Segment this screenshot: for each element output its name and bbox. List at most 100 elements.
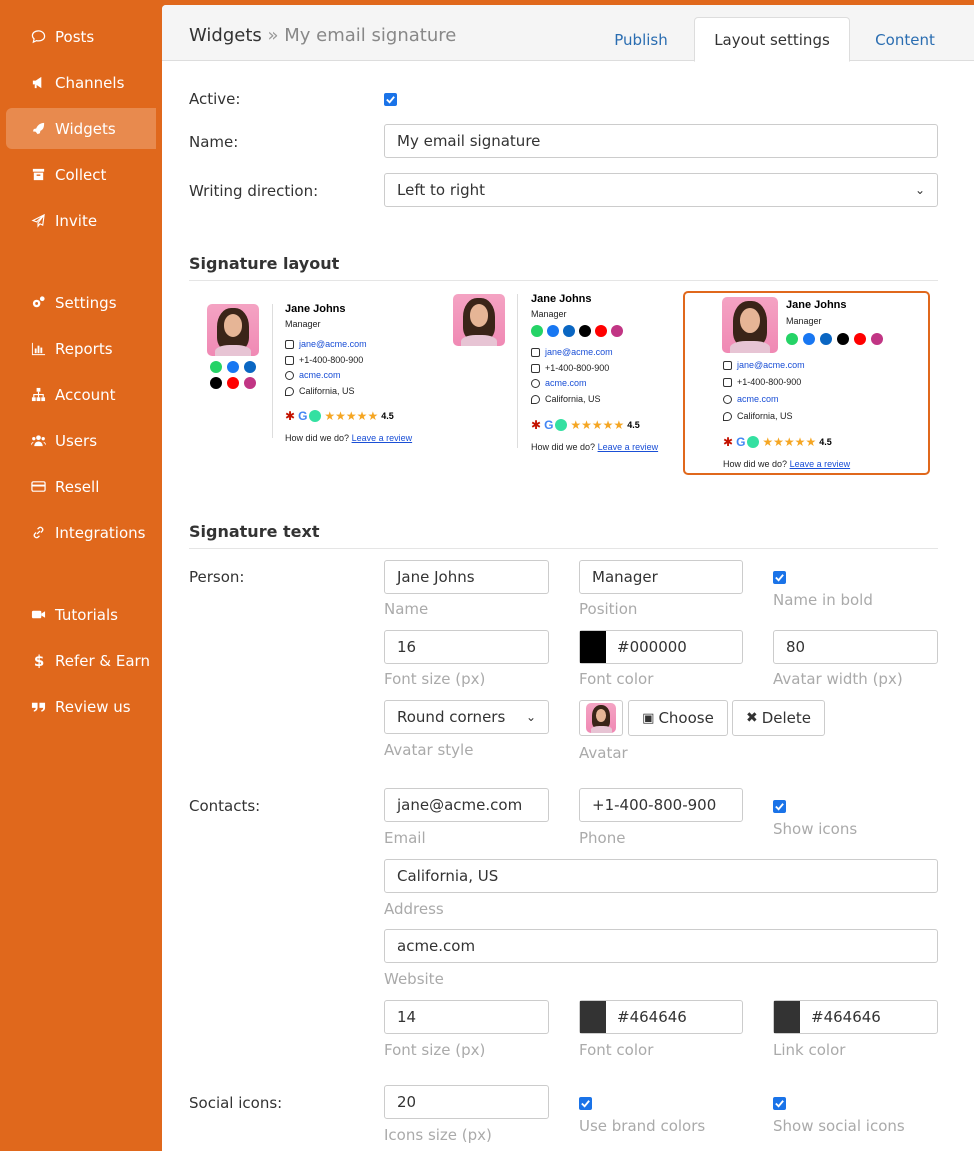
facebook-icon <box>547 325 559 337</box>
rating-stars: ✱ G ★★★★★ 4.5 <box>531 418 640 432</box>
choose-label: Choose <box>658 709 714 727</box>
person-font-size-input[interactable]: 16 <box>384 630 549 664</box>
color-swatch[interactable] <box>580 1001 606 1033</box>
address-field[interactable]: California, US <box>384 859 938 893</box>
icons-size-help: Icons size (px) <box>384 1126 492 1144</box>
website-field[interactable]: acme.com <box>384 929 938 963</box>
sidebar-item-invite[interactable]: Invite <box>6 200 156 241</box>
icons-size-input[interactable]: 20 <box>384 1085 549 1119</box>
signature-text-title: Signature text <box>189 522 320 541</box>
sidebar-item-label: Settings <box>55 293 117 312</box>
avatar-width-help: Avatar width (px) <box>773 670 903 688</box>
x-icon <box>210 377 222 389</box>
social-icons-label: Social icons: <box>189 1094 283 1112</box>
users-icon <box>30 433 46 449</box>
writing-direction-select[interactable]: Left to right ⌄ <box>384 173 938 207</box>
breadcrumb-root[interactable]: Widgets <box>189 25 262 46</box>
google-icon: G <box>298 409 308 423</box>
show-social-icons-help: Show social icons <box>773 1117 905 1135</box>
yelp-icon: ✱ <box>531 418 542 432</box>
youtube-icon <box>854 333 866 345</box>
delete-avatar-button[interactable]: ✖ Delete <box>732 700 825 736</box>
website-help: Website <box>384 970 444 988</box>
instagram-icon <box>611 325 623 337</box>
color-swatch[interactable] <box>774 1001 800 1033</box>
sig-website-text: acme.com <box>299 370 341 380</box>
email-help: Email <box>384 829 426 847</box>
instagram-icon <box>244 377 256 389</box>
layout-option-2[interactable]: Jane Johns Manager jane@acme.com +1-400-… <box>446 293 686 453</box>
tab-publish[interactable]: Publish <box>602 17 680 62</box>
sidebar-item-users[interactable]: Users <box>6 420 156 461</box>
chevron-down-icon: ⌄ <box>525 710 536 724</box>
rating-value: 4.5 <box>627 420 640 430</box>
show-icons-checkbox[interactable] <box>773 800 786 813</box>
sig-email-text: jane@acme.com <box>299 339 367 349</box>
writing-direction-label: Writing direction: <box>189 182 319 200</box>
link-color-value: #464646 <box>811 1008 881 1026</box>
review-link[interactable]: Leave a review <box>352 433 413 443</box>
contacts-font-size-input[interactable]: 14 <box>384 1000 549 1034</box>
google-icon: G <box>736 435 746 449</box>
sidebar-item-label: Tutorials <box>55 605 118 624</box>
phone-field[interactable]: +1-400-800-900 <box>579 788 743 822</box>
sidebar-item-integrations[interactable]: Integrations <box>6 512 156 553</box>
globe-icon <box>285 370 294 380</box>
map-pin-icon <box>285 386 294 396</box>
sig-address-text: California, US <box>545 394 601 404</box>
sidebar-item-reports[interactable]: Reports <box>6 328 156 369</box>
widget-name-input[interactable]: My email signature <box>384 124 938 158</box>
tripadvisor-icon <box>309 410 322 422</box>
layout-option-1[interactable]: Jane Johns Manager jane@acme.com +1-400-… <box>198 297 428 447</box>
linkedin-icon <box>244 361 256 373</box>
active-label: Active: <box>189 90 241 108</box>
name-bold-checkbox[interactable] <box>773 571 786 584</box>
review-prompt: How did we do? <box>531 442 596 452</box>
sidebar-item-label: Widgets <box>55 119 116 138</box>
link-color-help: Link color <box>773 1041 846 1059</box>
sidebar-item-refer-earn[interactable]: $ Refer & Earn <box>6 640 156 681</box>
email-field[interactable]: jane@acme.com <box>384 788 549 822</box>
sig-review: How did we do? Leave a review <box>531 442 658 452</box>
sidebar-item-label: Invite <box>55 211 98 230</box>
person-label: Person: <box>189 568 245 586</box>
sidebar-item-widgets[interactable]: Widgets <box>6 108 156 149</box>
avatar-image <box>586 703 616 733</box>
review-prompt: How did we do? <box>723 459 788 469</box>
sig-website: acme.com <box>285 370 341 380</box>
sig-email-text: jane@acme.com <box>737 360 805 370</box>
review-link[interactable]: Leave a review <box>598 442 659 452</box>
sidebar-item-review-us[interactable]: Review us <box>6 686 156 727</box>
color-swatch[interactable] <box>580 631 606 663</box>
quote-icon <box>30 699 46 715</box>
sidebar-item-collect[interactable]: Collect <box>6 154 156 195</box>
person-font-size-help: Font size (px) <box>384 670 486 688</box>
sidebar-item-resell[interactable]: Resell <box>6 466 156 507</box>
x-icon <box>837 333 849 345</box>
sidebar-item-account[interactable]: Account <box>6 374 156 415</box>
breadcrumb: Widgets » My email signature <box>189 25 456 46</box>
name-bold-help: Name in bold <box>773 591 873 609</box>
choose-avatar-button[interactable]: ▣ Choose <box>628 700 728 736</box>
active-checkbox[interactable] <box>384 93 397 106</box>
whatsapp-icon <box>786 333 798 345</box>
sidebar-item-channels[interactable]: Channels <box>6 62 156 103</box>
avatar-width-input[interactable]: 80 <box>773 630 938 664</box>
comment-icon <box>30 29 46 45</box>
sidebar-item-posts[interactable]: Posts <box>6 16 156 57</box>
review-link[interactable]: Leave a review <box>790 459 851 469</box>
tab-layout-settings[interactable]: Layout settings <box>694 17 850 62</box>
sidebar-item-settings[interactable]: Settings <box>6 282 156 323</box>
avatar-style-select[interactable]: Round corners ⌄ <box>384 700 549 734</box>
sidebar-item-tutorials[interactable]: Tutorials <box>6 594 156 635</box>
brand-colors-checkbox[interactable] <box>579 1097 592 1110</box>
whatsapp-icon <box>531 325 543 337</box>
tab-content[interactable]: Content <box>864 17 946 62</box>
sidebar: Posts Channels Widgets Collect Invite Se… <box>0 0 157 1151</box>
svg-text:$: $ <box>33 653 43 668</box>
person-position-input[interactable]: Manager <box>579 560 743 594</box>
show-social-icons-checkbox[interactable] <box>773 1097 786 1110</box>
layout-option-3-selected[interactable]: Jane Johns Manager jane@acme.com +1-400-… <box>683 291 930 475</box>
person-name-input[interactable]: Jane Johns <box>384 560 549 594</box>
whatsapp-icon <box>210 361 222 373</box>
